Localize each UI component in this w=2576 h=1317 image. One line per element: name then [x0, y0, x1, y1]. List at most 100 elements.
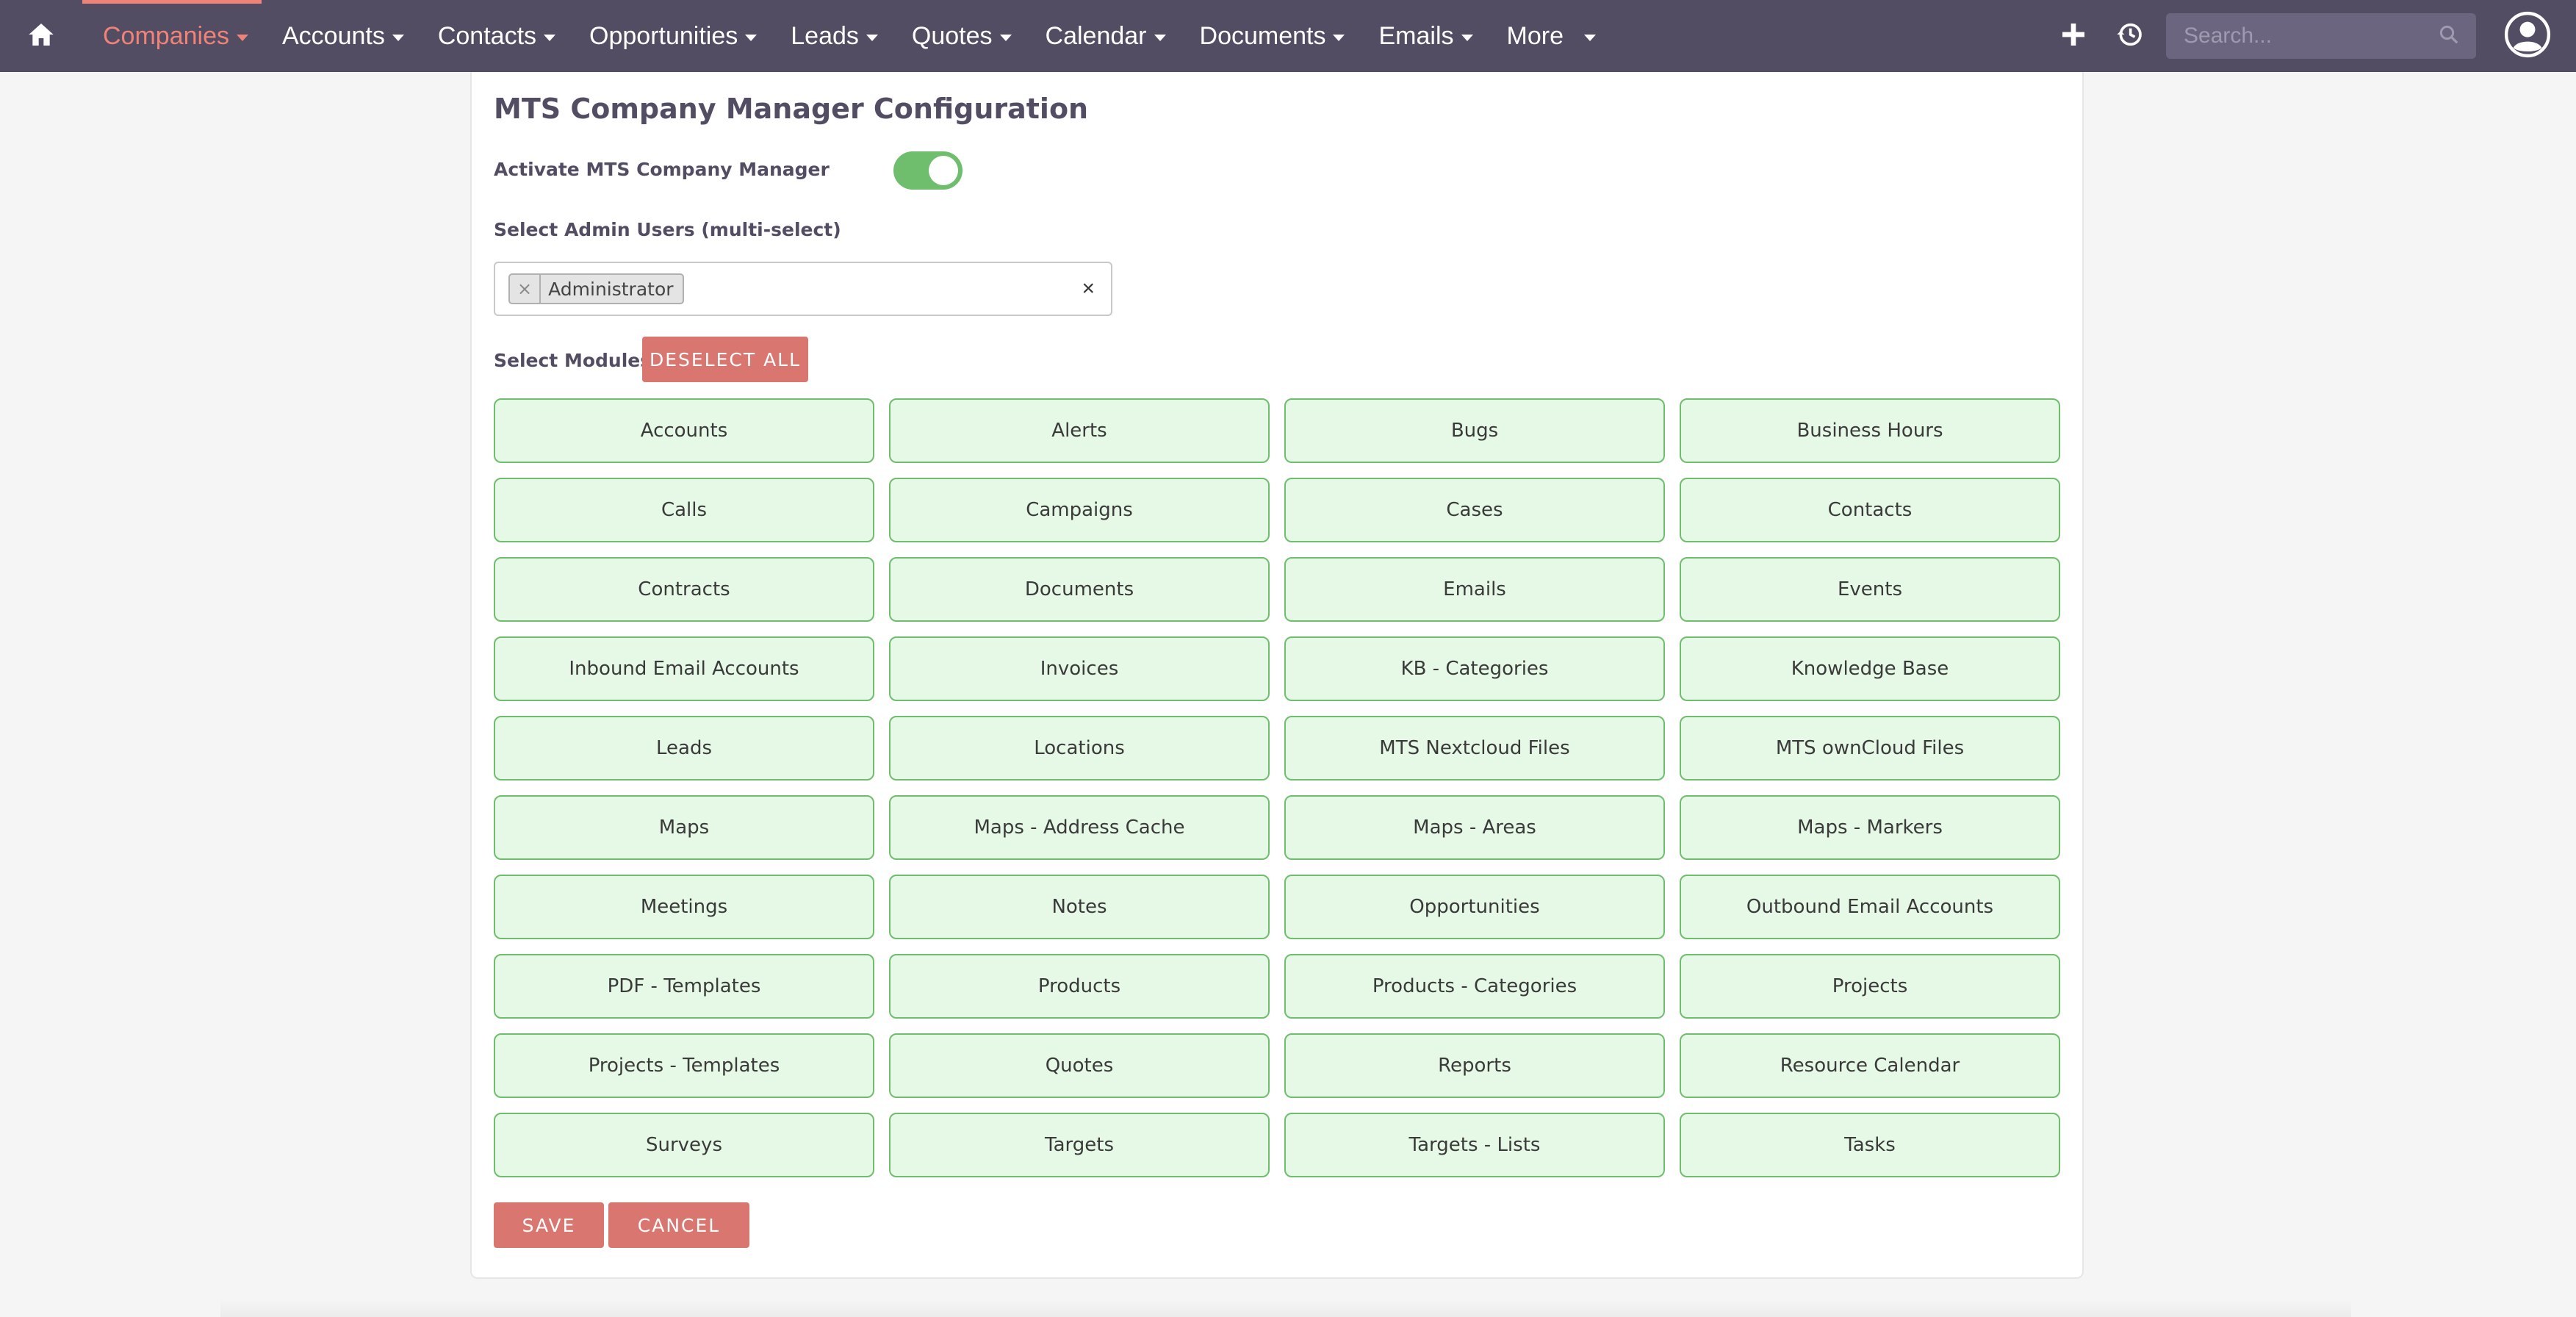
module-toggle-events[interactable]: Events [1680, 557, 2060, 622]
global-search [2166, 13, 2476, 59]
module-toggle-tasks[interactable]: Tasks [1680, 1113, 2060, 1177]
user-menu-button[interactable] [2491, 0, 2564, 72]
quick-create-button[interactable] [2046, 0, 2101, 72]
chevron-down-icon [1154, 34, 1166, 41]
module-toggle-products[interactable]: Products [889, 954, 1270, 1019]
nav-item-label: Calendar [1045, 21, 1147, 50]
nav-item-label: Contacts [437, 21, 537, 50]
clear-selection-icon[interactable]: × [1082, 276, 1095, 301]
recently-viewed-button[interactable] [2101, 0, 2157, 72]
chevron-down-icon [1461, 34, 1473, 41]
module-toggle-quotes[interactable]: Quotes [889, 1033, 1270, 1098]
chip-label: Administrator [548, 278, 674, 300]
module-toggle-resource-calendar[interactable]: Resource Calendar [1680, 1033, 2060, 1098]
module-toggle-maps-markers[interactable]: Maps - Markers [1680, 795, 2060, 860]
module-toggle-inbound-email-accounts[interactable]: Inbound Email Accounts [494, 636, 874, 701]
module-toggle-maps-address-cache[interactable]: Maps - Address Cache [889, 795, 1270, 860]
module-toggle-contracts[interactable]: Contracts [494, 557, 874, 622]
chevron-down-icon [392, 34, 404, 41]
module-toggle-projects[interactable]: Projects [1680, 954, 2060, 1019]
nav-item-calendar[interactable]: Calendar [1025, 0, 1179, 72]
module-toggle-targets[interactable]: Targets [889, 1113, 1270, 1177]
remove-chip-icon[interactable]: × [510, 275, 542, 303]
modules-grid: Accounts Alerts Bugs Business Hours Calls Cam… [494, 398, 2063, 1177]
save-button[interactable]: Save [494, 1202, 604, 1248]
chevron-down-icon [745, 34, 758, 41]
main-menu: Companies Accounts Contacts Opportunities Le… [82, 0, 1609, 72]
user-icon [2503, 10, 2552, 62]
module-toggle-pdf-templates[interactable]: PDF - Templates [494, 954, 874, 1019]
module-toggle-reports[interactable]: Reports [1284, 1033, 1665, 1098]
nav-item-label: Quotes [911, 21, 993, 50]
history-icon [2115, 20, 2144, 53]
nav-item-companies[interactable]: Companies [82, 0, 262, 72]
module-toggle-cases[interactable]: Cases [1284, 478, 1665, 542]
module-toggle-opportunities[interactable]: Opportunities [1284, 875, 1665, 939]
configuration-panel: MTS Company Manager Configuration Activa… [470, 72, 2084, 1279]
module-toggle-notes[interactable]: Notes [889, 875, 1270, 939]
nav-item-label: Leads [791, 21, 859, 50]
module-toggle-meetings[interactable]: Meetings [494, 875, 874, 939]
nav-item-documents[interactable]: Documents [1179, 0, 1359, 72]
page-title: MTS Company Manager Configuration [494, 93, 1089, 125]
toggle-knob [929, 156, 958, 185]
module-toggle-invoices[interactable]: Invoices [889, 636, 1270, 701]
admin-users-select[interactable]: × Administrator × [494, 262, 1112, 316]
module-toggle-products-categories[interactable]: Products - Categories [1284, 954, 1665, 1019]
module-toggle-knowledge-base[interactable]: Knowledge Base [1680, 636, 2060, 701]
module-toggle-surveys[interactable]: Surveys [494, 1113, 874, 1177]
nav-item-label: More [1506, 21, 1564, 50]
module-toggle-mts-owncloud-files[interactable]: MTS ownCloud Files [1680, 716, 2060, 780]
nav-item-emails[interactable]: Emails [1358, 0, 1486, 72]
module-toggle-mts-nextcloud-files[interactable]: MTS Nextcloud Files [1284, 716, 1665, 780]
module-toggle-calls[interactable]: Calls [494, 478, 874, 542]
module-toggle-bugs[interactable]: Bugs [1284, 398, 1665, 463]
nav-item-label: Opportunities [589, 21, 738, 50]
module-toggle-alerts[interactable]: Alerts [889, 398, 1270, 463]
nav-item-label: Emails [1378, 21, 1454, 50]
modules-label: Select Modules [494, 350, 652, 371]
module-toggle-outbound-email-accounts[interactable]: Outbound Email Accounts [1680, 875, 2060, 939]
nav-item-opportunities[interactable]: Opportunities [569, 0, 770, 72]
chevron-down-icon [866, 34, 878, 41]
module-toggle-maps-areas[interactable]: Maps - Areas [1284, 795, 1665, 860]
chevron-down-icon [544, 34, 556, 41]
nav-item-label: Accounts [281, 21, 385, 50]
chevron-down-icon [1333, 34, 1345, 41]
nav-item-quotes[interactable]: Quotes [891, 0, 1025, 72]
deselect-all-button[interactable]: Deselect all [642, 337, 808, 382]
module-toggle-documents[interactable]: Documents [889, 557, 1270, 622]
nav-item-contacts[interactable]: Contacts [417, 0, 569, 72]
admin-users-label: Select Admin Users (multi-select) [494, 219, 841, 240]
page-shadow [220, 1299, 2351, 1317]
cancel-button[interactable]: Cancel [608, 1202, 749, 1248]
activate-toggle[interactable] [893, 151, 963, 190]
module-toggle-leads[interactable]: Leads [494, 716, 874, 780]
module-toggle-targets-lists[interactable]: Targets - Lists [1284, 1113, 1665, 1177]
chevron-down-icon [236, 34, 248, 41]
chevron-down-icon [999, 34, 1012, 41]
chevron-down-icon [1583, 34, 1596, 41]
module-toggle-campaigns[interactable]: Campaigns [889, 478, 1270, 542]
module-toggle-projects-templates[interactable]: Projects - Templates [494, 1033, 874, 1098]
module-toggle-contacts[interactable]: Contacts [1680, 478, 2060, 542]
nav-item-more[interactable]: More [1486, 0, 1609, 72]
home-icon [26, 20, 56, 53]
module-toggle-locations[interactable]: Locations [889, 716, 1270, 780]
module-toggle-kb-categories[interactable]: KB - Categories [1284, 636, 1665, 701]
nav-item-label: Companies [103, 21, 229, 50]
navbar-right [2046, 0, 2576, 72]
search-input[interactable] [2182, 23, 2417, 49]
home-button[interactable] [0, 0, 82, 72]
nav-item-accounts[interactable]: Accounts [262, 0, 417, 72]
plus-icon [2059, 20, 2088, 53]
module-toggle-maps[interactable]: Maps [494, 795, 874, 860]
module-toggle-emails[interactable]: Emails [1284, 557, 1665, 622]
activate-label: Activate MTS Company Manager [494, 159, 830, 180]
top-navbar: Companies Accounts Contacts Opportunities Le… [0, 0, 2576, 72]
search-icon[interactable] [2438, 24, 2460, 49]
module-toggle-accounts[interactable]: Accounts [494, 398, 874, 463]
nav-item-leads[interactable]: Leads [770, 0, 891, 72]
selected-user-chip: × Administrator [508, 273, 684, 304]
module-toggle-business-hours[interactable]: Business Hours [1680, 398, 2060, 463]
